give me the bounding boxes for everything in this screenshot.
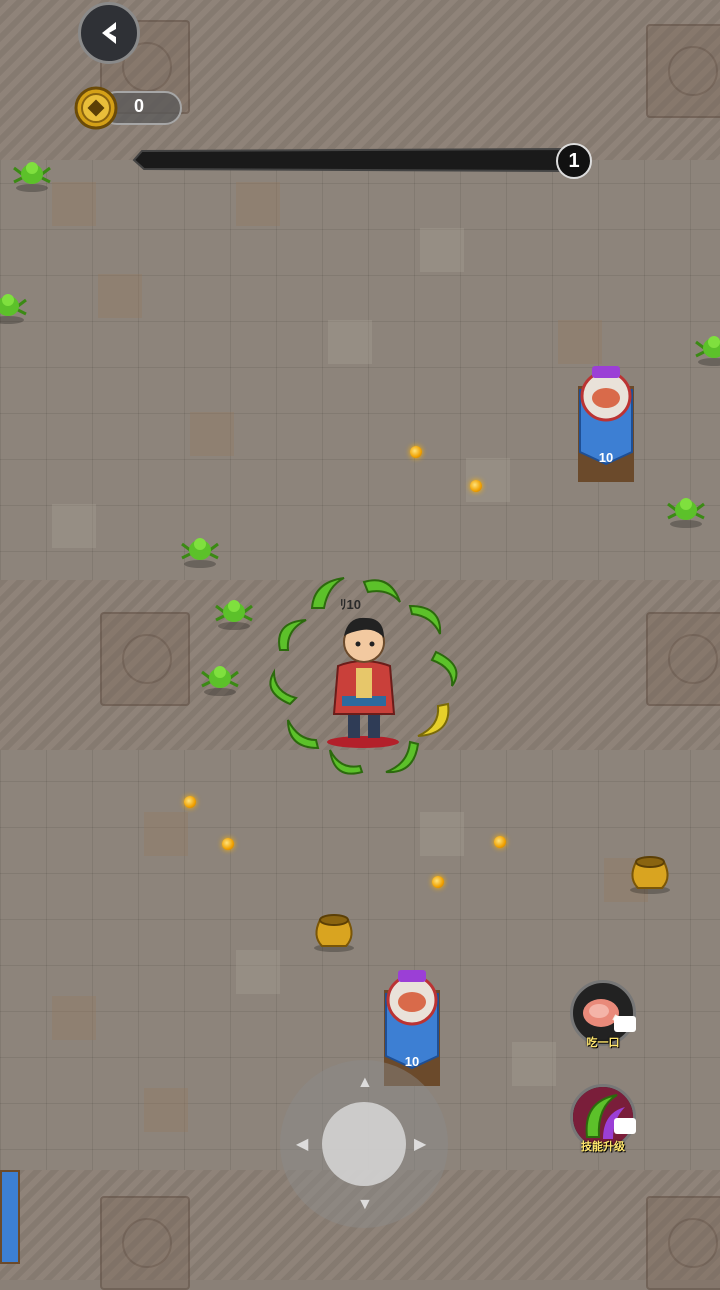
floor-tile (236, 182, 280, 226)
experience-orb (410, 446, 422, 458)
floor-carpet (100, 612, 190, 706)
green-spider-enemy (13, 162, 51, 192)
arrow-up-icon: ▲ (357, 1074, 373, 1091)
video-ad-icon (614, 1118, 636, 1134)
experience-bar (132, 147, 569, 173)
experience-orb (494, 836, 506, 848)
green-spider-enemy (695, 336, 720, 366)
floor-carpet (646, 1196, 720, 1290)
banner-value: 10 (598, 450, 614, 465)
green-spider-enemy (215, 600, 253, 630)
level-indicator: 1 (556, 143, 592, 179)
banner-shape-icon (578, 366, 634, 482)
leaf-blade-icon (417, 702, 450, 737)
floor-tile (236, 950, 280, 994)
experience-orb (432, 876, 444, 888)
offscreen-banner (0, 1170, 20, 1264)
floor-tile (190, 412, 234, 456)
floor-carpet (646, 612, 720, 706)
chevron-left-icon (102, 22, 116, 44)
floor-tile (328, 320, 372, 364)
leaf-blade-icon (362, 579, 401, 603)
floor-carpet (646, 24, 720, 118)
green-spider-enemy (181, 538, 219, 568)
floor-tile (98, 274, 142, 318)
experience-orb (222, 838, 234, 850)
leaf-blade-icon (408, 604, 442, 635)
floor-tile (144, 1088, 188, 1132)
joystick-knob[interactable] (322, 1102, 406, 1186)
floor-tile (512, 1042, 556, 1086)
floor-tile (52, 996, 96, 1040)
floor-carpet (100, 1196, 190, 1290)
floor-tile (144, 812, 188, 856)
green-spider-enemy (201, 666, 239, 696)
reward-banner[interactable]: 10 (576, 366, 636, 484)
floor-tile (420, 812, 464, 856)
floor-tile (420, 228, 464, 272)
coin-count: 0 (134, 96, 145, 116)
video-ad-icon (614, 1016, 636, 1032)
gold-pot (314, 914, 354, 952)
green-spider-enemy (667, 498, 705, 528)
experience-orb (184, 796, 196, 808)
arrow-right-icon: ▶ (414, 1136, 427, 1153)
gold-pot (630, 856, 670, 894)
leaf-blade-icon (269, 668, 298, 706)
floor-tile (558, 320, 602, 364)
experience-orb (470, 480, 482, 492)
leaf-blade-icon (278, 619, 307, 651)
back-button[interactable] (78, 2, 140, 64)
skill-label: 吃一口 (586, 1037, 620, 1049)
leaf-blade-icon (430, 650, 458, 687)
coin-counter: 0 (74, 86, 184, 130)
arrow-left-icon: ◀ (296, 1136, 309, 1153)
skill-label: 技能升级 (581, 1141, 625, 1153)
floor-tile (52, 504, 96, 548)
arrow-down-icon: ▼ (357, 1196, 373, 1213)
hero-character (327, 617, 399, 748)
copper-coin-icon (74, 86, 118, 130)
green-spider-enemy (0, 294, 27, 324)
floor-tile (52, 182, 96, 226)
